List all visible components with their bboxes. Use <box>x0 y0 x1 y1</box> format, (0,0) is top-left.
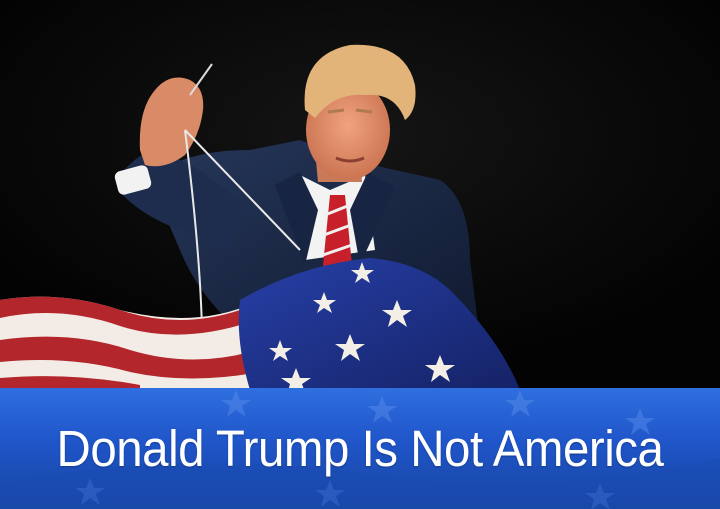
image-stage: Donald Trump Is Not America <box>0 0 720 509</box>
photo <box>0 0 720 390</box>
headline-text: Donald Trump Is Not America <box>56 420 664 477</box>
headline-banner: Donald Trump Is Not America <box>0 388 720 509</box>
